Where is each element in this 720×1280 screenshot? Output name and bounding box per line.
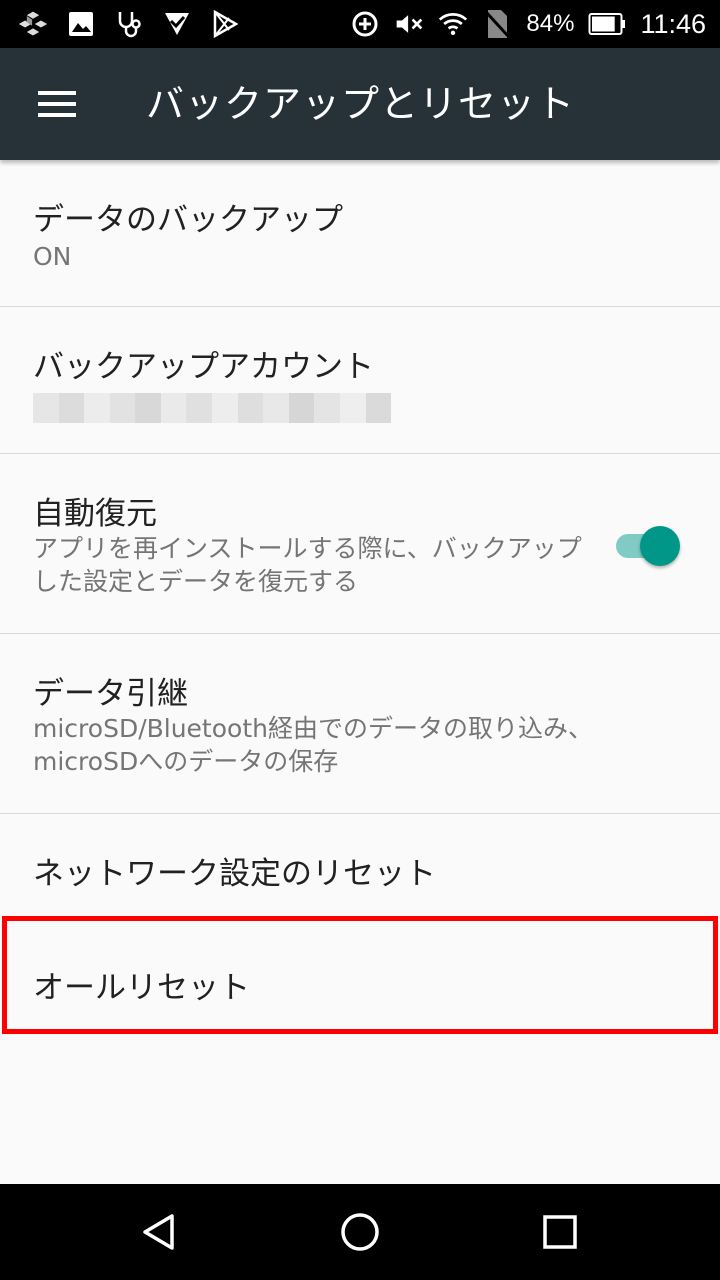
image-icon [66,9,96,39]
setting-all-reset[interactable]: オールリセット [0,918,720,1028]
setting-data-transfer[interactable]: データ引継 microSD/Bluetooth経由でのデータの取り込み、micr… [0,634,720,814]
navigation-bar [0,1184,720,1280]
setting-title: データ引継 [33,676,188,712]
toggle-thumb [640,526,680,566]
recents-icon[interactable] [530,1202,590,1262]
setting-title: オールリセット [33,970,250,1006]
menu-icon[interactable] [22,76,92,132]
setting-description: アプリを再インストールする際に、バックアップした設定とデータを復元する [33,534,582,596]
battery-percent: 84% [526,10,575,37]
auto-restore-toggle[interactable] [616,526,682,566]
app-bar: バックアップとリセット [0,48,720,160]
wifi-icon [438,9,468,39]
setting-data-backup[interactable]: データのバックアップ ON [0,160,720,307]
mute-icon [394,9,424,39]
stethoscope-icon [114,9,144,39]
checkmark-app-icon [162,9,192,39]
status-bar: 84% 11:46 [0,0,720,48]
data-saver-icon [350,9,380,39]
clock-time: 11:46 [640,8,706,39]
system-status: 84% 11:46 [350,0,706,48]
notification-icons [18,0,240,48]
page-title: バックアップとリセット [146,82,576,126]
setting-status: ON [33,242,72,271]
settings-list: データのバックアップ ON バックアップアカウント 自動復元 アプリを再インスト… [0,160,720,1028]
back-icon[interactable] [130,1202,190,1262]
play-store-icon [210,9,240,39]
setting-title: バックアップアカウント [33,349,374,385]
setting-network-reset[interactable]: ネットワーク設定のリセット [0,814,720,918]
setting-title: 自動復元 [33,496,157,532]
home-icon[interactable] [330,1202,390,1262]
battery-icon [588,9,626,39]
setting-title: データのバックアップ [33,202,343,238]
setting-backup-account[interactable]: バックアップアカウント [0,307,720,454]
setting-auto-restore[interactable]: 自動復元 アプリを再インストールする際に、バックアップした設定とデータを復元する [0,454,720,634]
setting-description: microSD/Bluetooth経由でのデータの取り込み、microSDへのデ… [33,714,593,776]
app-cube-icon [18,9,48,39]
redacted-account [33,393,392,423]
setting-title: ネットワーク設定のリセット [33,856,436,892]
no-sim-icon [482,9,512,39]
